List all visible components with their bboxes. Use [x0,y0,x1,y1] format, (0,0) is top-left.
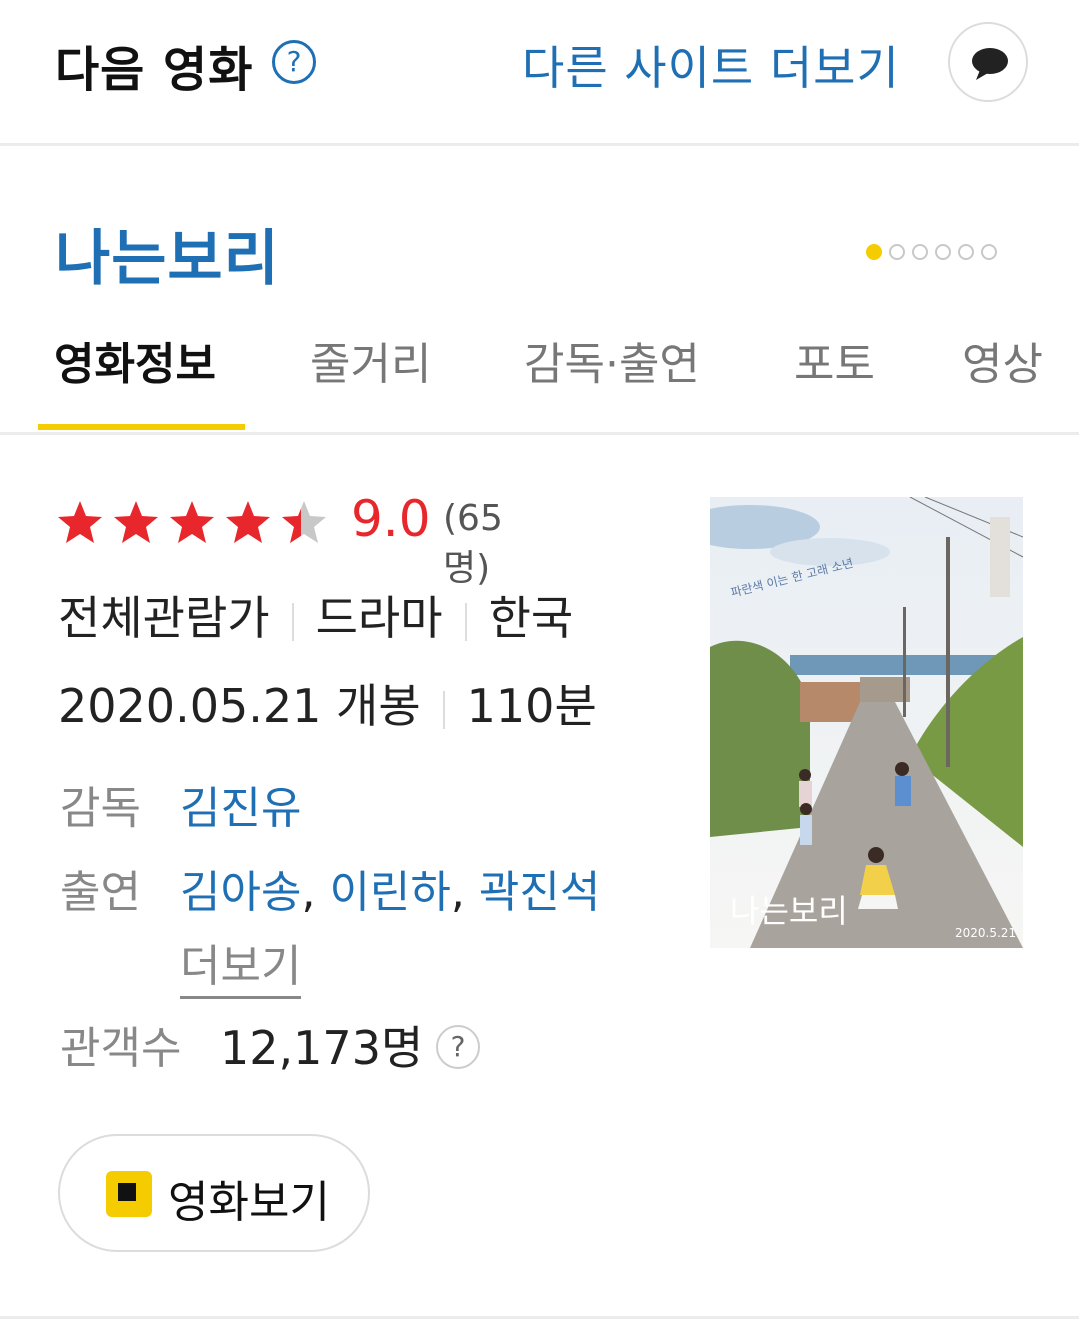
release-date: 2020.05.21 개봉 [58,679,421,733]
top-header: 다음 영화 ? 다른 사이트 더보기 [0,0,1079,146]
cast-label: 출연 [60,867,141,918]
audience-label: 관객수 [60,1023,182,1074]
carousel-dot[interactable] [889,244,905,260]
director-name[interactable]: 김진유 [180,772,301,836]
carousel-dot[interactable] [981,244,997,260]
genre: 드라마 [315,591,443,645]
star-rating-icon [58,501,326,543]
divider [0,1316,1079,1319]
poster-date-text: 2020.5.21 [955,926,1016,940]
meta-line-2: 2020.05.21 개봉 110분 [58,670,597,736]
runtime: 110분 [466,679,597,733]
watch-movie-label: 영화보기 [168,1177,330,1228]
cast-name[interactable]: 이린하 [329,867,450,918]
brand-title[interactable]: 다음 영화 [55,30,253,100]
tab-photo[interactable]: 포토 [794,328,875,392]
poster-image: 나는보리 2020.5.21 파란색 이는 한 고래 소년 [710,497,1023,948]
director-label: 감독 [60,783,141,834]
rating-score: 9.0 [351,490,431,548]
tab-cast[interactable]: 감독·출연 [524,328,700,392]
cast-name[interactable]: 곽진석 [479,867,600,918]
chat-button[interactable] [948,22,1028,102]
rating-voters: (65명) [443,498,503,589]
divider [464,602,467,641]
tab-bar: 영화정보 줄거리 감독·출연 포토 영상 [0,320,1079,435]
country: 한국 [488,591,574,645]
movie-title: 나는보리 [55,224,280,294]
carousel-dot[interactable] [912,244,928,260]
chat-bubble-icon [972,48,1008,80]
help-icon[interactable]: ? [272,40,316,84]
meta-line-1: 전체관람가 드라마 한국 [58,582,573,648]
carousel-indicator [866,244,997,260]
cast-more-link[interactable]: 더보기 [180,930,302,999]
active-tab-indicator [38,424,245,430]
cast-name[interactable]: 김아송 [180,867,301,918]
cast-list: 김아송, 이린하, 곽진석 [180,867,601,918]
tab-video[interactable]: 영상 [962,328,1043,392]
tab-movie-info[interactable]: 영화정보 [54,328,216,392]
audience-count: 12,173명 [220,1021,424,1075]
audience-help-icon[interactable]: ? [436,1025,480,1069]
tab-synopsis[interactable]: 줄거리 [310,328,431,392]
poster-title-text: 나는보리 [730,892,848,930]
carousel-dot[interactable] [866,244,882,260]
carousel-dot[interactable] [958,244,974,260]
movie-poster[interactable]: 나는보리 2020.5.21 파란색 이는 한 고래 소년 [710,497,1023,948]
divider [291,602,294,641]
carousel-dot[interactable] [935,244,951,260]
play-logo-icon [106,1171,152,1217]
more-sites-link[interactable]: 다른 사이트 더보기 [522,32,900,98]
divider [442,690,445,729]
age-rating: 전체관람가 [58,591,270,645]
watch-movie-button[interactable]: 영화보기 [58,1134,370,1252]
